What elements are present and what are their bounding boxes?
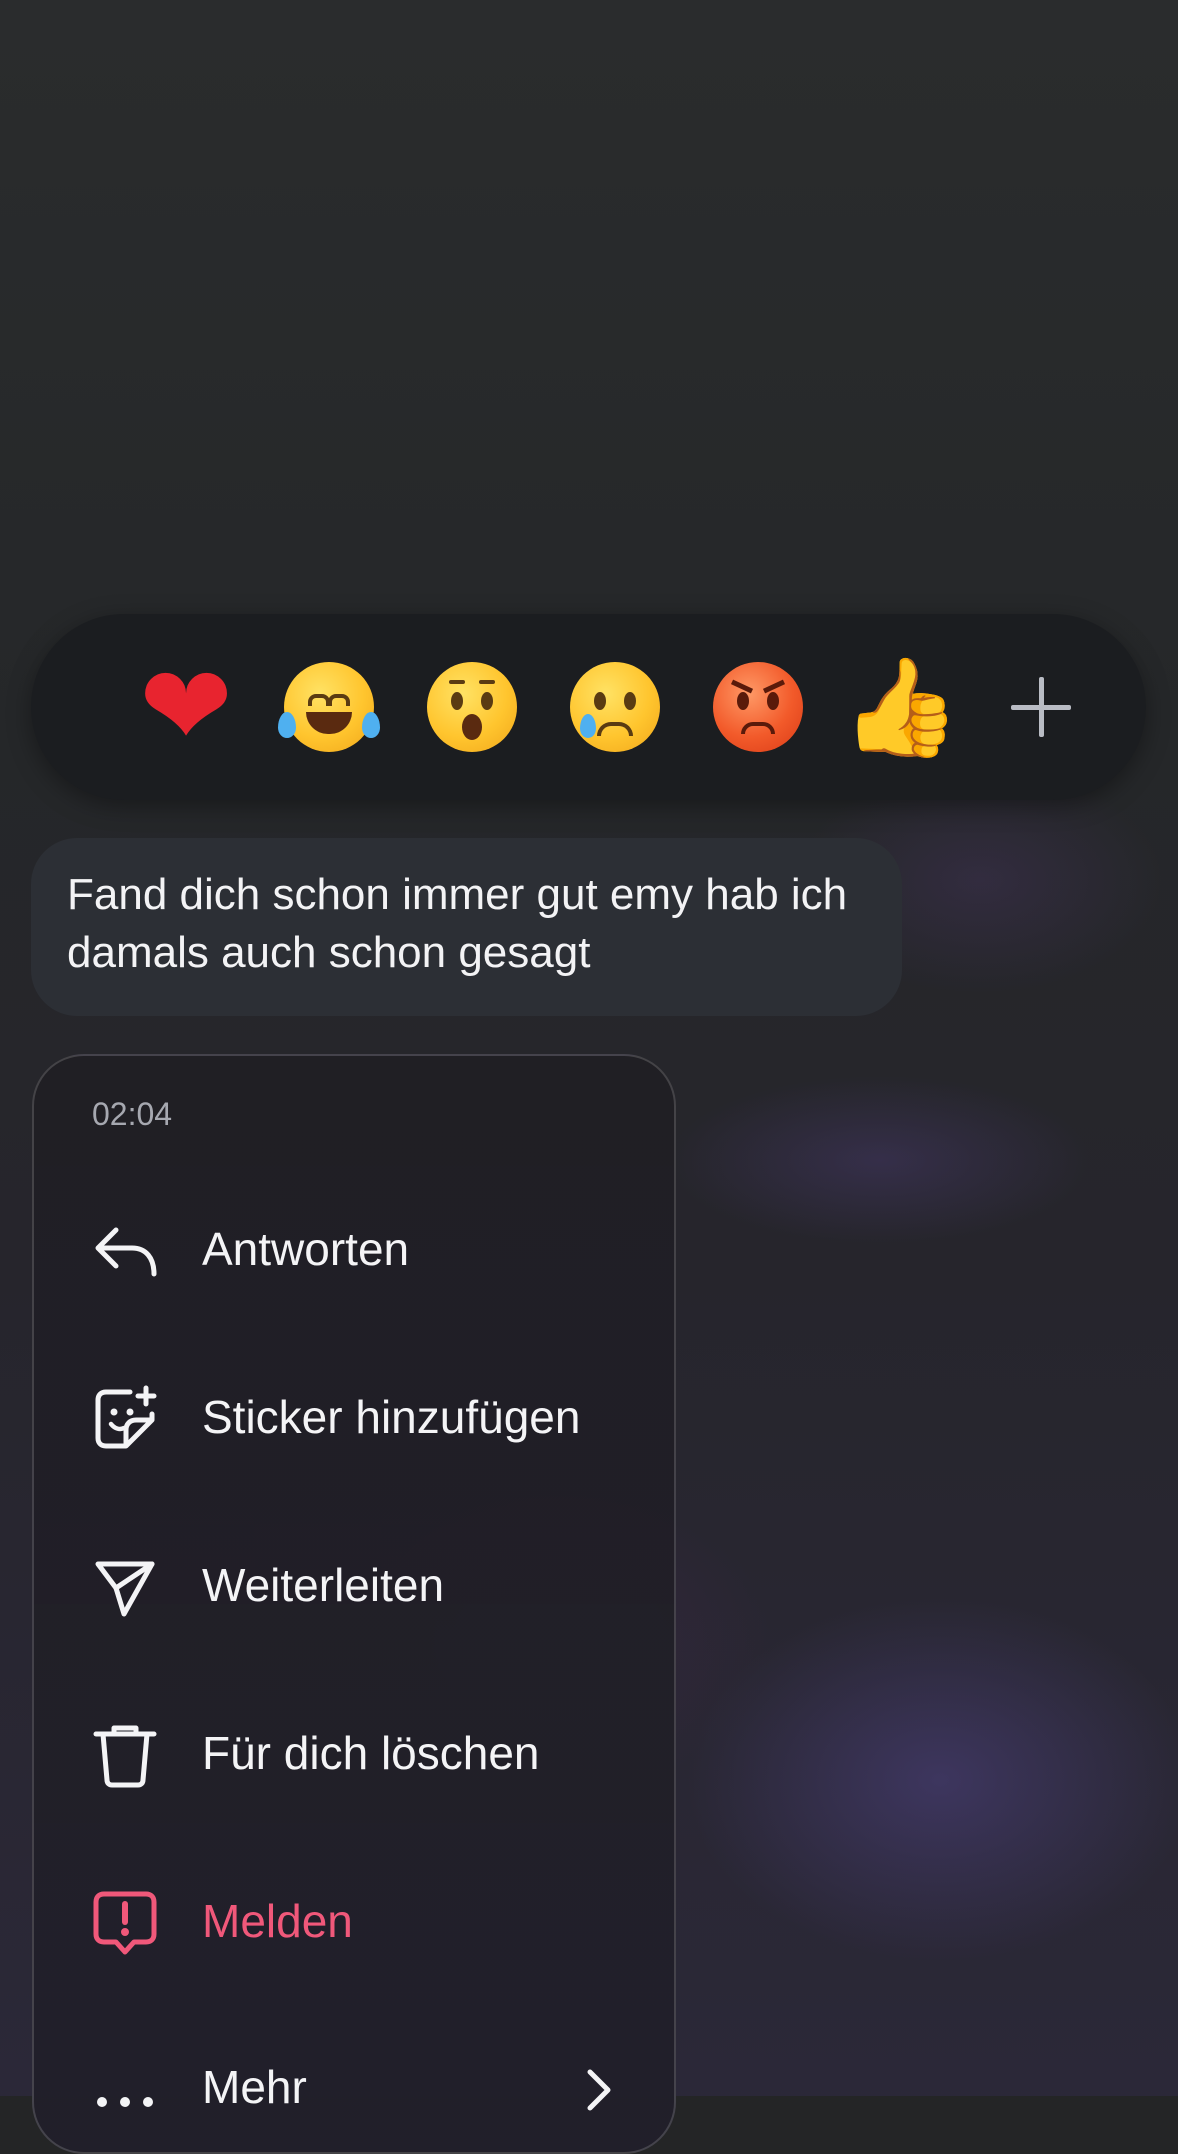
laughing-tears-emoji[interactable] (274, 652, 384, 762)
message-context-menu: 02:04 Antworten Sticker hinzufügen Weite… (32, 1054, 676, 2154)
menu-item-report[interactable]: Melden (34, 1858, 674, 1978)
menu-item-label: Mehr (202, 2061, 307, 2113)
message-bubble[interactable]: Fand dich schon immer gut emy hab ich da… (31, 838, 902, 1016)
chevron-right-icon (587, 2069, 611, 2111)
sticker-add-icon (95, 1385, 157, 1449)
menu-item-delete-for-you[interactable]: Für dich löschen (34, 1690, 674, 1810)
menu-item-label: Melden (202, 1895, 353, 1947)
menu-item-add-sticker[interactable]: Sticker hinzufügen (34, 1354, 674, 1474)
reply-icon (95, 1227, 157, 1277)
trash-icon (93, 1725, 157, 1788)
heart-emoji[interactable]: ❤ (131, 651, 241, 763)
report-icon (93, 1891, 157, 1955)
menu-item-more[interactable]: Mehr (34, 2024, 674, 2144)
more-icon (97, 2097, 153, 2107)
menu-item-forward[interactable]: Weiterleiten (34, 1522, 674, 1642)
menu-item-label: Sticker hinzufügen (202, 1391, 581, 1443)
surprised-emoji[interactable] (417, 652, 527, 762)
message-text: Fand dich schon immer gut emy hab ich da… (67, 870, 848, 977)
crying-emoji[interactable] (560, 652, 670, 762)
thumbs-up-emoji[interactable]: 👍 (841, 652, 961, 762)
message-time: 02:04 (92, 1096, 173, 1132)
plus-icon[interactable] (1001, 667, 1081, 747)
menu-item-reply[interactable]: Antworten (34, 1186, 674, 1306)
reaction-bar: ❤ 👍 (31, 614, 1146, 800)
menu-item-label: Für dich löschen (202, 1727, 540, 1779)
forward-icon (95, 1561, 155, 1617)
angry-emoji[interactable] (703, 652, 813, 762)
menu-item-label: Antworten (202, 1223, 410, 1275)
menu-item-label: Weiterleiten (202, 1559, 445, 1611)
